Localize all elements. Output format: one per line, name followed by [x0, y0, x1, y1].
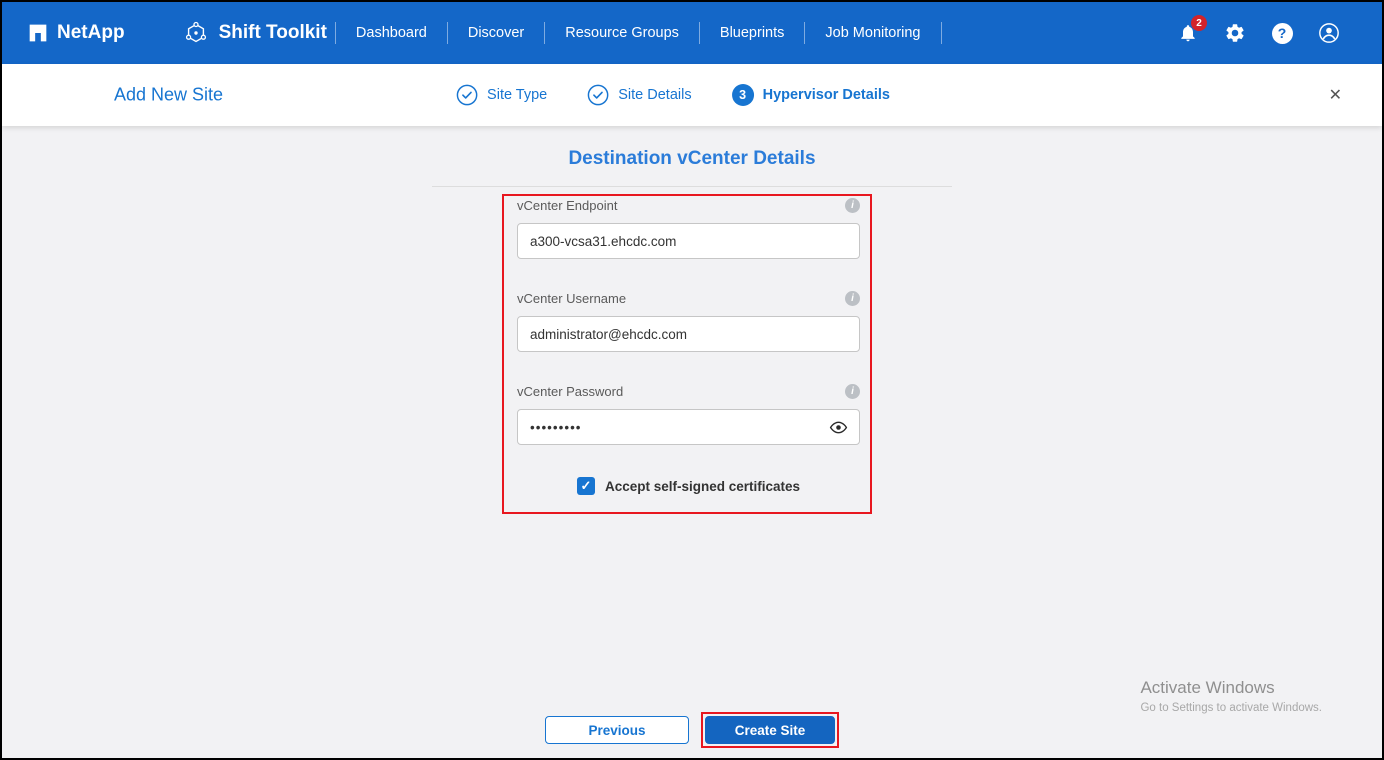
info-icon[interactable]: i: [845, 291, 860, 306]
shift-toolkit-logo[interactable]: Shift Toolkit: [183, 20, 327, 46]
form-title: Destination vCenter Details: [568, 148, 816, 169]
step-site-type[interactable]: Site Type: [456, 84, 547, 106]
show-password-eye-icon[interactable]: [828, 417, 848, 437]
vcenter-password-input[interactable]: [517, 409, 860, 445]
main-nav: Dashboard Discover Resource Groups Bluep…: [334, 22, 942, 44]
watermark-line1: Activate Windows: [1140, 678, 1275, 697]
nav-item-discover[interactable]: Discover: [448, 25, 544, 41]
nav-item-dashboard[interactable]: Dashboard: [336, 25, 447, 41]
wizard-content: Destination vCenter Details vCenter Endp…: [2, 126, 1382, 758]
step-complete-check-icon: [456, 84, 478, 106]
step-number-badge: 3: [731, 84, 754, 106]
step-label: Site Type: [487, 87, 548, 103]
top-icon-group: 2 ?: [1177, 15, 1356, 44]
app-window: NetApp Shift Toolkit Dashboard Discover …: [0, 0, 1384, 760]
title-divider: [432, 186, 952, 187]
close-icon[interactable]: ✕: [1329, 85, 1342, 105]
vcenter-username-input[interactable]: [517, 316, 860, 352]
previous-button[interactable]: Previous: [545, 716, 689, 744]
wizard-steps: Site Type Site Details 3 Hypervisor Deta…: [456, 84, 890, 106]
info-icon[interactable]: i: [845, 198, 860, 213]
watermark-line2: Go to Settings to activate Windows.: [1140, 702, 1322, 714]
self-signed-cert-row: Accept self-signed certificates: [517, 477, 860, 495]
vcenter-username-label: vCenter Username: [517, 291, 627, 306]
wizard-header: Add New Site Site Type Site Details 3 Hy…: [2, 64, 1382, 126]
app-title: Shift Toolkit: [218, 22, 327, 43]
nav-item-blueprints[interactable]: Blueprints: [700, 25, 804, 41]
nav-divider: [940, 22, 942, 44]
step-hypervisor-details[interactable]: 3 Hypervisor Details: [731, 84, 890, 106]
nav-item-job-monitoring[interactable]: Job Monitoring: [805, 25, 940, 41]
accept-certificates-checkbox[interactable]: [576, 477, 595, 495]
info-icon[interactable]: i: [845, 384, 860, 399]
step-label: Hypervisor Details: [762, 87, 890, 103]
netapp-brand-text: NetApp: [57, 22, 125, 43]
vcenter-endpoint-input[interactable]: [517, 223, 860, 259]
nav-item-resource-groups[interactable]: Resource Groups: [545, 25, 699, 41]
vcenter-password-field-group: vCenter Password i: [517, 384, 860, 445]
vcenter-password-label: vCenter Password: [517, 384, 624, 399]
page-title: Add New Site: [114, 84, 224, 105]
vcenter-endpoint-field-group: vCenter Endpoint i: [517, 198, 860, 259]
netapp-logo[interactable]: NetApp: [28, 22, 125, 44]
step-site-details[interactable]: Site Details: [587, 84, 692, 106]
wizard-footer: Previous Create Site: [2, 712, 1382, 748]
step-complete-check-icon: [587, 84, 609, 106]
account-icon[interactable]: [1318, 22, 1340, 44]
step-label: Site Details: [618, 87, 692, 103]
notification-count-badge: 2: [1191, 15, 1207, 31]
notifications-bell-icon[interactable]: 2: [1177, 15, 1207, 44]
netapp-logo-icon: [28, 23, 48, 43]
vcenter-username-field-group: vCenter Username i: [517, 291, 860, 352]
shift-toolkit-icon: [183, 20, 209, 46]
settings-gear-icon[interactable]: [1224, 22, 1246, 44]
vcenter-endpoint-label: vCenter Endpoint: [517, 198, 618, 213]
create-site-button[interactable]: Create Site: [705, 716, 835, 744]
vcenter-form: vCenter Endpoint i vCenter Username i: [517, 198, 860, 495]
help-icon[interactable]: ?: [1271, 22, 1293, 44]
top-navigation-bar: NetApp Shift Toolkit Dashboard Discover …: [2, 2, 1382, 64]
annotation-highlight-create: Create Site: [701, 712, 839, 748]
accept-certificates-label: Accept self-signed certificates: [604, 478, 801, 494]
activate-windows-watermark: Activate Windows Go to Settings to activ…: [1140, 678, 1322, 714]
